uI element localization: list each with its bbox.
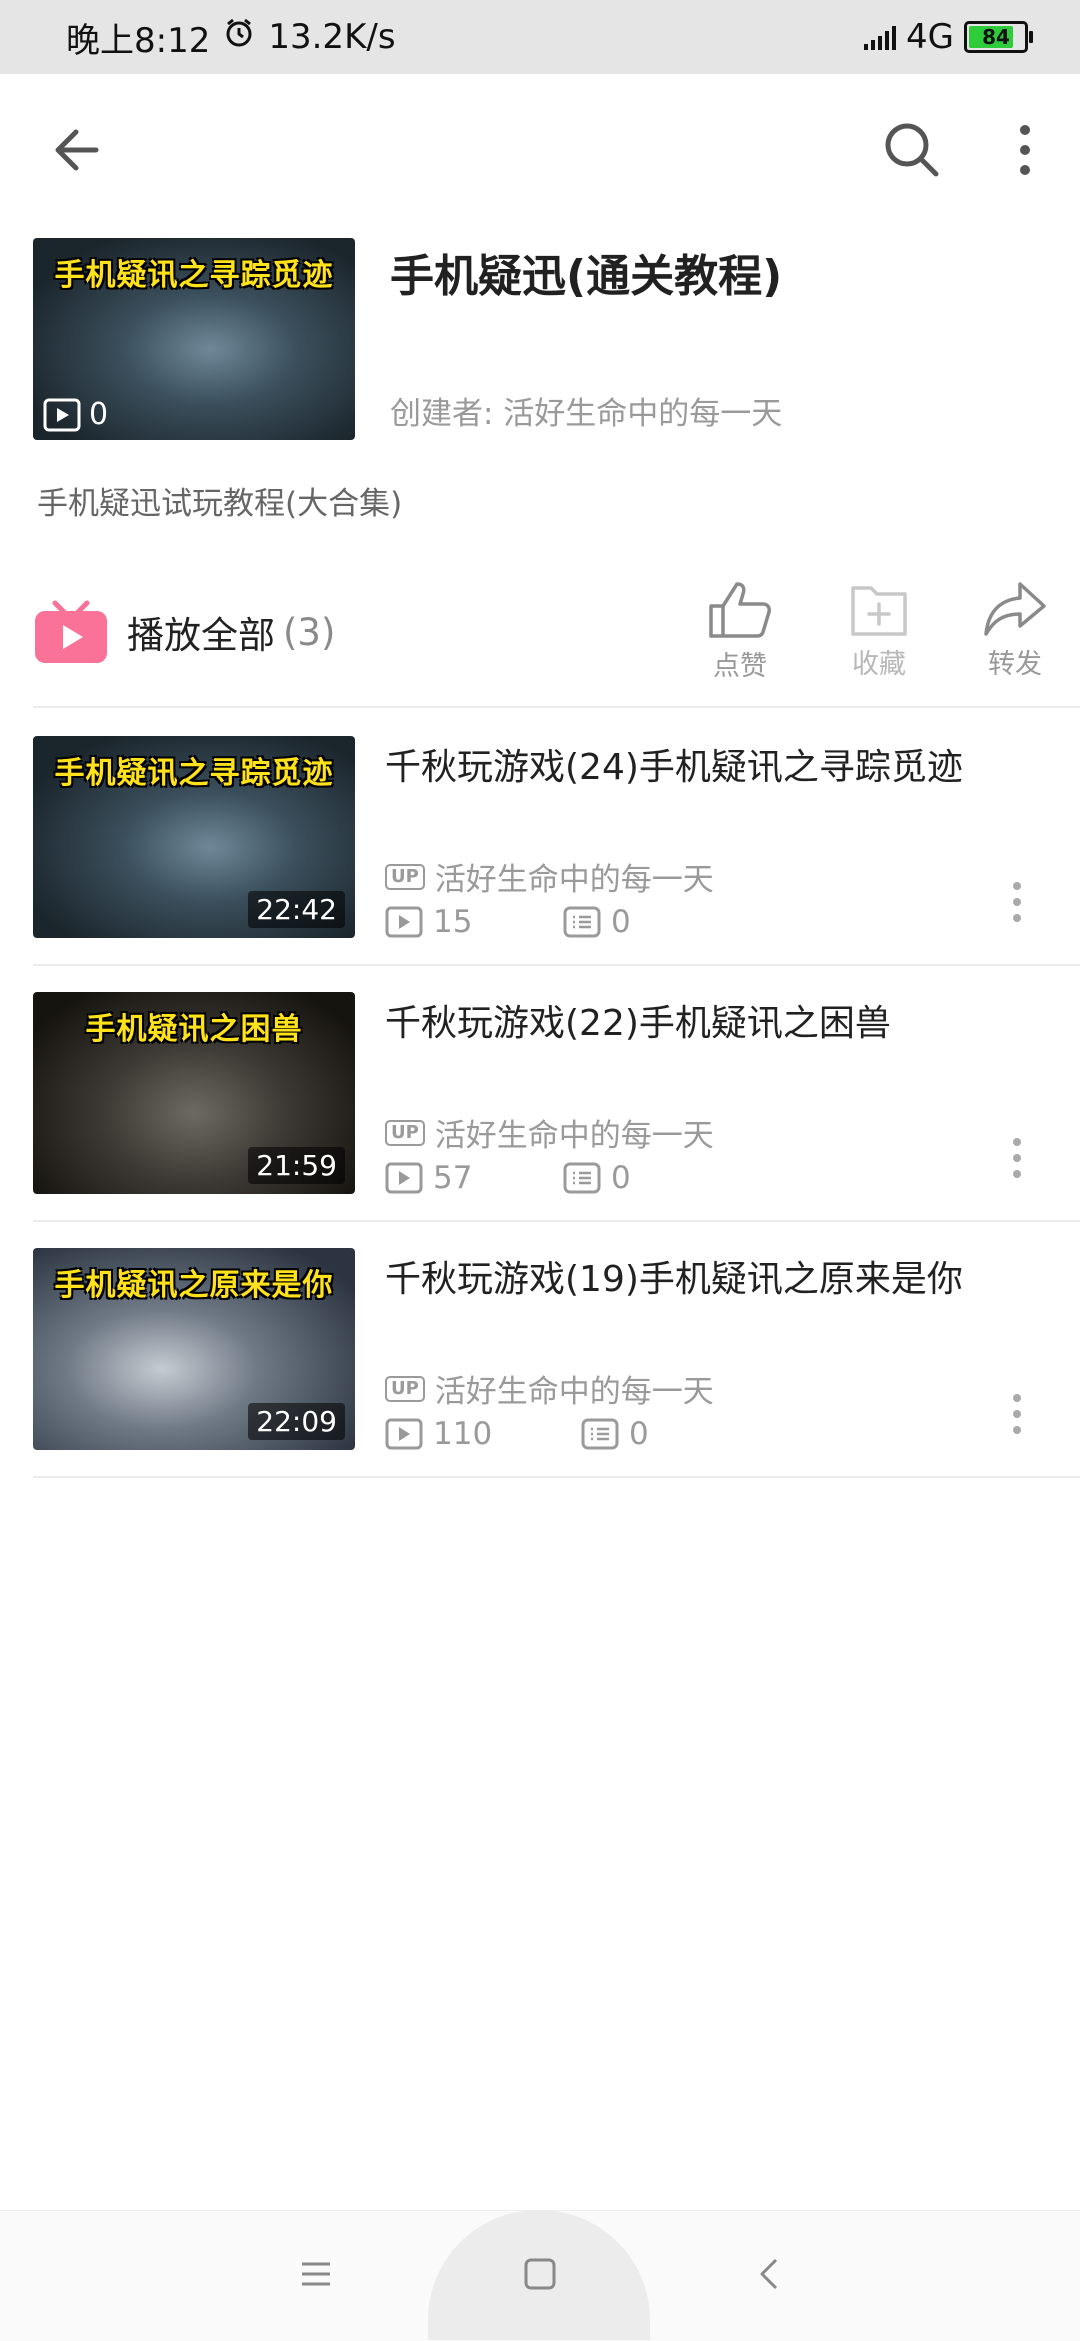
play-count: 15 (385, 904, 563, 940)
collection-creator[interactable]: 创建者: 活好生命中的每一天 (390, 388, 782, 433)
tv-play-icon (33, 599, 109, 665)
more-vertical-icon[interactable] (1000, 118, 1050, 182)
collection-title: 手机疑迅(通关教程) (390, 251, 783, 302)
video-duration: 22:42 (248, 891, 345, 928)
net-speed: 13.2K/s (268, 17, 396, 57)
video-list-item[interactable]: 手机疑讯之困兽 21:59 千秋玩游戏(22)手机疑讯之困兽 UP 活好生命中的… (0, 964, 1080, 1220)
play-count-value: 57 (433, 1160, 473, 1196)
thumbnail-title: 手机疑讯之原来是你 (54, 1268, 334, 1303)
play-count-icon (385, 906, 423, 938)
video-duration: 22:09 (248, 1403, 345, 1440)
video-title: 千秋玩游戏(19)手机疑讯之原来是你 (385, 1259, 963, 1300)
comment-count: 0 (563, 1160, 631, 1196)
collection-video-count: 0 (43, 397, 108, 432)
network-type: 4G (906, 17, 954, 57)
video-uploader: UP 活好生命中的每一天 (385, 854, 714, 899)
comment-count: 0 (563, 904, 631, 940)
video-title: 千秋玩游戏(24)手机疑讯之寻踪觅迹 (385, 747, 963, 788)
play-all-label: 播放全部 (127, 614, 275, 657)
comment-count-value: 0 (629, 1416, 649, 1452)
up-badge-icon: UP (385, 1375, 425, 1402)
signal-icon (864, 24, 897, 50)
cover-title: 手机疑讯之寻踪觅迹 (54, 258, 334, 293)
favorite-button[interactable]: 收藏 (834, 580, 924, 681)
like-button[interactable]: 点赞 (695, 580, 785, 683)
video-thumbnail[interactable]: 手机疑讯之寻踪觅迹 22:42 (33, 736, 355, 938)
comment-count-icon (581, 1418, 619, 1450)
status-time: 晚上8:12 (66, 20, 211, 61)
video-title: 千秋玩游戏(22)手机疑讯之困兽 (385, 1003, 891, 1044)
more-vertical-icon[interactable] (1005, 878, 1029, 926)
play-all-button[interactable]: 播放全部 (3) (33, 592, 335, 672)
up-badge-icon: UP (385, 863, 425, 890)
more-vertical-icon[interactable] (1005, 1134, 1029, 1182)
alarm-icon (224, 17, 254, 57)
home-square-icon[interactable] (520, 2254, 560, 2294)
video-duration: 21:59 (248, 1147, 345, 1184)
play-count-value: 110 (433, 1416, 493, 1452)
collection-count-value: 0 (89, 397, 109, 432)
folder-add-icon (851, 586, 907, 636)
app-bar (0, 74, 1080, 226)
video-thumbnail[interactable]: 手机疑讯之原来是你 22:09 (33, 1248, 355, 1450)
video-uploader: UP 活好生命中的每一天 (385, 1366, 714, 1411)
like-label: 点赞 (713, 651, 767, 682)
play-count-value: 15 (433, 904, 473, 940)
video-stats: 57 0 (385, 1160, 631, 1196)
comment-count-icon (563, 1162, 601, 1194)
share-arrow-icon (984, 582, 1046, 636)
play-box-icon (43, 398, 81, 431)
search-icon[interactable] (880, 118, 944, 182)
play-count: 110 (385, 1416, 581, 1452)
share-button[interactable]: 转发 (970, 580, 1060, 681)
video-stats: 15 0 (385, 904, 631, 940)
up-badge-icon: UP (385, 1119, 425, 1146)
video-list-item[interactable]: 手机疑讯之原来是你 22:09 千秋玩游戏(19)手机疑讯之原来是你 UP 活好… (0, 1220, 1080, 1476)
back-chevron-icon[interactable] (750, 2254, 790, 2294)
uploader-name: 活好生命中的每一天 (434, 1374, 714, 1410)
video-thumbnail[interactable]: 手机疑讯之困兽 21:59 (33, 992, 355, 1194)
back-arrow-icon[interactable] (46, 118, 110, 182)
more-vertical-icon[interactable] (1005, 1390, 1029, 1438)
status-bar: 晚上8:12 13.2K/s 4G 84 (0, 0, 1080, 74)
play-count-icon (385, 1418, 423, 1450)
collection-description: 手机疑迅试玩教程(大合集) (37, 486, 403, 522)
video-stats: 110 0 (385, 1416, 649, 1452)
play-all-count: (3) (283, 610, 336, 654)
comment-count-value: 0 (611, 1160, 631, 1196)
divider (33, 1476, 1080, 1478)
thumbnail-title: 手机疑讯之困兽 (85, 1012, 303, 1047)
comment-count-value: 0 (611, 904, 631, 940)
share-label: 转发 (988, 649, 1042, 680)
comment-count: 0 (581, 1416, 649, 1452)
video-list-item[interactable]: 手机疑讯之寻踪觅迹 22:42 千秋玩游戏(24)手机疑讯之寻踪觅迹 UP 活好… (0, 708, 1080, 964)
uploader-name: 活好生命中的每一天 (434, 1118, 714, 1154)
play-count-icon (385, 1162, 423, 1194)
collection-cover[interactable]: 手机疑讯之寻踪觅迹 0 (33, 238, 355, 440)
uploader-name: 活好生命中的每一天 (434, 862, 714, 898)
favorite-label: 收藏 (852, 649, 906, 680)
battery-icon: 84 (964, 21, 1033, 53)
thumbnail-title: 手机疑讯之寻踪觅迹 (54, 756, 334, 791)
video-uploader: UP 活好生命中的每一天 (385, 1110, 714, 1155)
menu-icon[interactable] (296, 2254, 336, 2294)
comment-count-icon (563, 906, 601, 938)
battery-level: 84 (982, 25, 1010, 49)
play-count: 57 (385, 1160, 563, 1196)
thumbs-up-icon (709, 582, 771, 638)
